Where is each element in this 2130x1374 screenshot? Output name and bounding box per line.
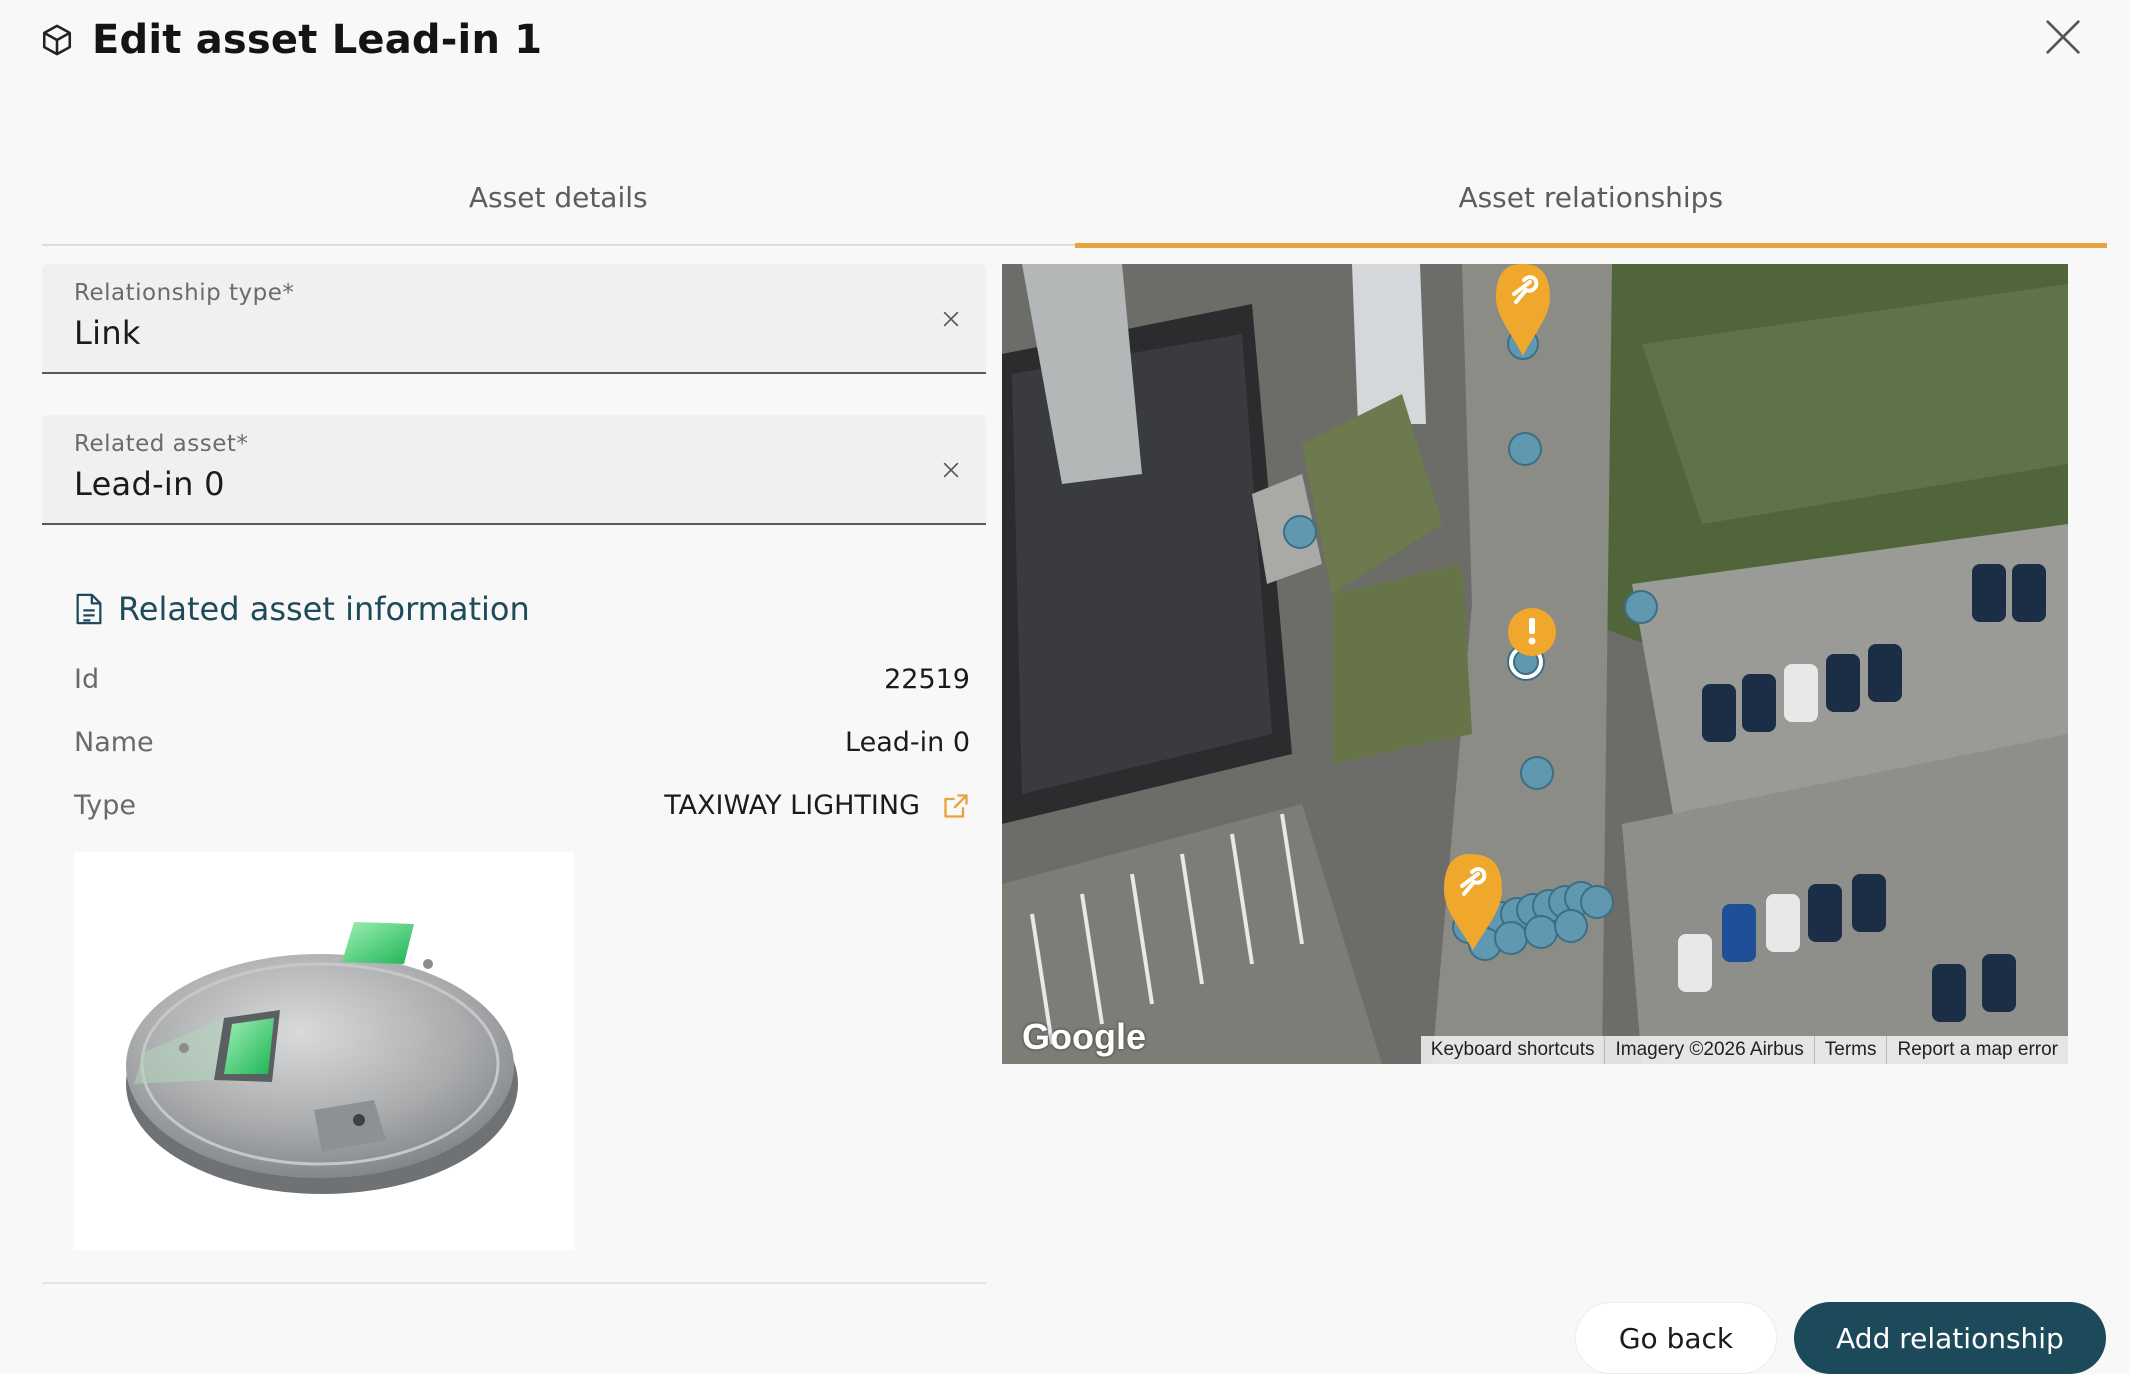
- page-title: Edit asset Lead-in 1: [92, 17, 543, 63]
- info-value: TAXIWAY LIGHTING: [664, 790, 920, 821]
- clear-relationship-type-button[interactable]: [940, 308, 962, 330]
- info-row-name: Name Lead-in 0: [74, 727, 970, 758]
- go-back-button[interactable]: Go back: [1575, 1302, 1777, 1374]
- info-value: 22519: [884, 664, 970, 695]
- imagery-credit: Imagery ©2026 Airbus: [1604, 1036, 1813, 1064]
- dialog-header: Edit asset Lead-in 1: [40, 10, 542, 70]
- related-asset-field[interactable]: Related asset* Lead-in 0: [42, 415, 986, 525]
- close-button[interactable]: [2040, 14, 2086, 60]
- related-asset-value: Lead-in 0: [74, 465, 225, 503]
- info-value: Lead-in 0: [845, 727, 970, 758]
- asset-image: [74, 852, 574, 1250]
- cube-icon: [42, 24, 72, 56]
- report-map-error-link[interactable]: Report a map error: [1886, 1036, 2068, 1064]
- keyboard-shortcuts-link[interactable]: Keyboard shortcuts: [1421, 1036, 1605, 1064]
- info-row-id: Id 22519: [74, 664, 970, 695]
- info-title: Related asset information: [118, 590, 530, 628]
- info-row-type: Type TAXIWAY LIGHTING: [74, 790, 970, 821]
- tab-asset-details[interactable]: Asset details: [42, 170, 1075, 244]
- info-key: Id: [74, 664, 100, 695]
- document-icon: [76, 593, 102, 625]
- tab-asset-relationships[interactable]: Asset relationships: [1074, 170, 2108, 248]
- satellite-map[interactable]: Google Keyboard shortcuts Imagery ©2026 …: [1002, 264, 2068, 1064]
- relationship-type-value: Link: [74, 314, 141, 352]
- related-asset-info-heading: Related asset information: [74, 590, 530, 628]
- relationship-type-label: Relationship type*: [74, 280, 295, 306]
- tab-bar: Asset details Asset relationships: [42, 170, 2108, 248]
- info-key: Name: [74, 727, 154, 758]
- terms-link[interactable]: Terms: [1813, 1036, 1887, 1064]
- google-logo: Google: [1022, 1016, 1146, 1057]
- info-key: Type: [74, 790, 137, 821]
- related-asset-label: Related asset*: [74, 431, 249, 457]
- clear-icon: [943, 462, 959, 478]
- clear-icon: [943, 311, 959, 327]
- add-relationship-button[interactable]: Add relationship: [1794, 1302, 2106, 1374]
- relationship-type-field[interactable]: Relationship type* Link: [42, 264, 986, 374]
- section-divider: [42, 1282, 986, 1284]
- external-link-icon[interactable]: [942, 792, 970, 820]
- map-attribution-bar: Keyboard shortcuts Imagery ©2026 Airbus …: [1420, 1036, 2068, 1064]
- close-icon: [2046, 20, 2080, 54]
- clear-related-asset-button[interactable]: [940, 459, 962, 481]
